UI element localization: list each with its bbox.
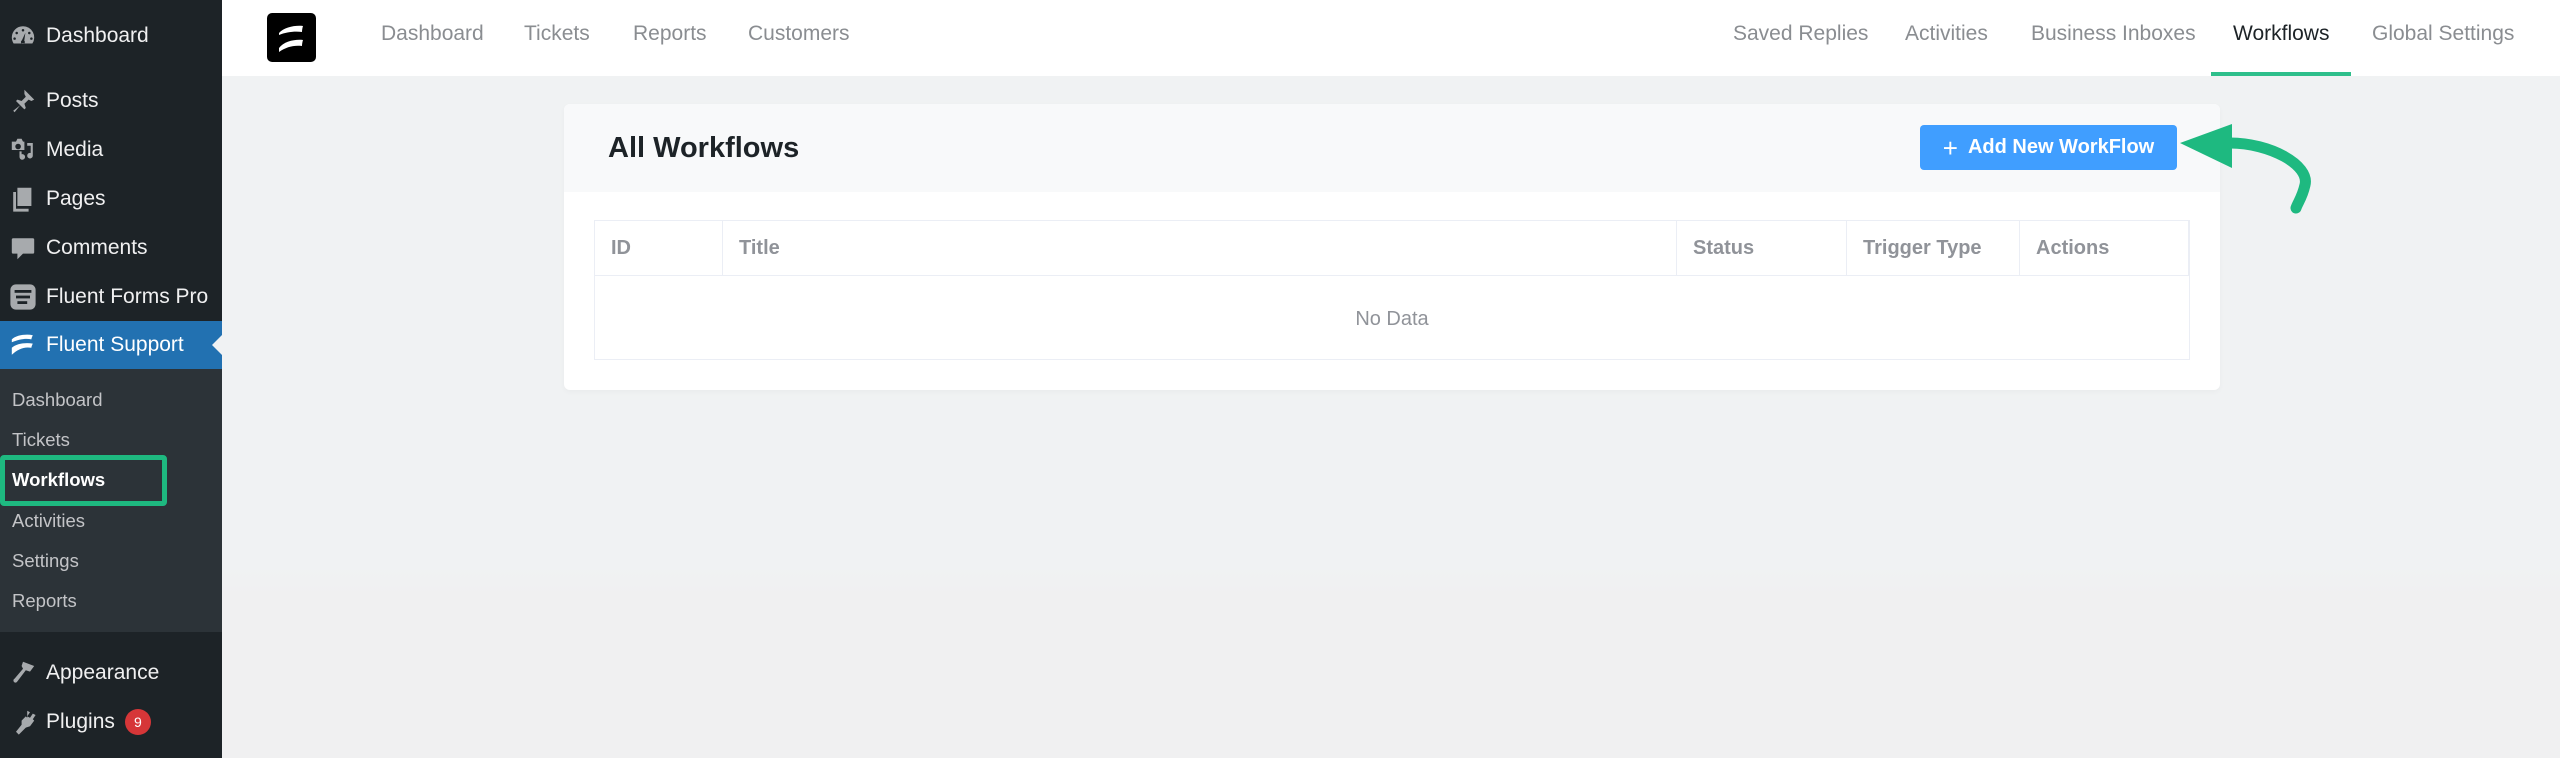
- nav-dashboard[interactable]: Dashboard: [381, 22, 484, 46]
- media-icon: [0, 136, 46, 164]
- sidebar-item-label: Posts: [46, 89, 99, 112]
- sidebar-item-label: Media: [46, 138, 104, 161]
- comment-icon: [0, 234, 46, 262]
- submenu-item-reports[interactable]: Reports: [12, 589, 77, 613]
- annotation-highlight-box: [0, 455, 167, 506]
- fluent-support-icon: [0, 331, 46, 359]
- sidebar-item-label: Plugins: [46, 710, 115, 733]
- sidebar-item-appearance[interactable]: Appearance: [0, 649, 222, 697]
- sidebar-item-label: Fluent Forms Pro: [46, 285, 209, 308]
- nav-global-settings[interactable]: Global Settings: [2372, 22, 2514, 46]
- update-count-badge: 9: [124, 709, 151, 735]
- plug-icon: [0, 708, 46, 736]
- sidebar-item-label: Fluent Support: [46, 333, 184, 356]
- workflows-card: All Workflows + Add New WorkFlow ID Titl…: [564, 104, 2220, 390]
- fluent-forms-icon: [0, 283, 46, 311]
- column-header-id[interactable]: ID: [595, 221, 723, 276]
- sidebar-item-dashboard[interactable]: Dashboard: [0, 12, 222, 60]
- pin-icon: [0, 87, 46, 115]
- add-new-workflow-label: Add New WorkFlow: [1967, 136, 2155, 158]
- sidebar-item-fluent-support[interactable]: Fluent Support: [0, 321, 222, 369]
- wp-admin-sidebar: Dashboard Posts Media Pages Comments Flu…: [0, 0, 222, 758]
- nav-customers[interactable]: Customers: [748, 22, 850, 46]
- submenu-item-tickets[interactable]: Tickets: [12, 428, 70, 452]
- annotation-arrow-icon: [2180, 124, 2311, 214]
- card-header: All Workflows + Add New WorkFlow: [564, 104, 2220, 192]
- column-header-trigger-type[interactable]: Trigger Type: [1847, 221, 2020, 276]
- submenu-item-dashboard[interactable]: Dashboard: [12, 388, 103, 412]
- table-empty-state: No Data: [1355, 307, 1429, 330]
- column-header-actions[interactable]: Actions: [2020, 221, 2189, 276]
- sidebar-item-label: Pages: [46, 187, 106, 210]
- page-title: All Workflows: [608, 132, 800, 164]
- sidebar-item-posts[interactable]: Posts: [0, 77, 222, 125]
- app-top-nav: Dashboard Tickets Reports Customers Save…: [222, 0, 2560, 76]
- sidebar-item-plugins[interactable]: Plugins 9: [0, 698, 222, 746]
- nav-saved-replies[interactable]: Saved Replies: [1733, 22, 1868, 46]
- sidebar-item-fluent-forms-pro[interactable]: Fluent Forms Pro: [0, 273, 222, 321]
- sidebar-item-label: Dashboard: [46, 24, 149, 47]
- nav-reports[interactable]: Reports: [633, 22, 707, 46]
- column-header-title[interactable]: Title: [723, 221, 1677, 276]
- plus-icon: +: [1942, 132, 1958, 163]
- pages-icon: [0, 185, 46, 213]
- sidebar-item-comments[interactable]: Comments: [0, 224, 222, 272]
- submenu-item-activities[interactable]: Activities: [12, 509, 85, 533]
- sidebar-item-label: Appearance: [46, 661, 160, 684]
- sidebar-item-media[interactable]: Media: [0, 126, 222, 174]
- column-header-status[interactable]: Status: [1677, 221, 1847, 276]
- nav-workflows[interactable]: Workflows: [2233, 22, 2329, 46]
- fluent-support-logo[interactable]: [267, 13, 316, 62]
- sidebar-item-label: Comments: [46, 236, 148, 259]
- dashboard-icon: [0, 22, 46, 50]
- sidebar-item-pages[interactable]: Pages: [0, 175, 222, 223]
- nav-activities[interactable]: Activities: [1905, 22, 1988, 46]
- add-new-workflow-button[interactable]: + Add New WorkFlow: [1920, 125, 2177, 170]
- submenu-item-settings[interactable]: Settings: [12, 549, 79, 573]
- nav-business-inboxes[interactable]: Business Inboxes: [2031, 22, 2196, 46]
- nav-tickets[interactable]: Tickets: [524, 22, 590, 46]
- workflows-table: ID Title Status Trigger Type Actions No …: [594, 220, 2190, 360]
- paintbrush-icon: [0, 659, 46, 687]
